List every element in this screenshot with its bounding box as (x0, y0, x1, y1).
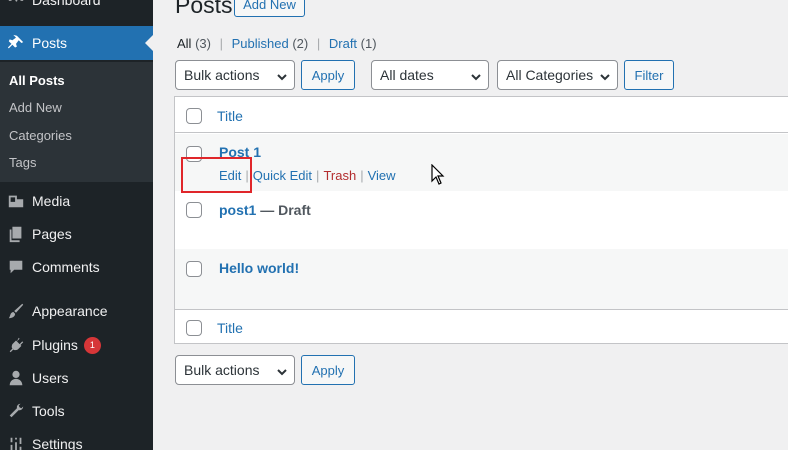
sidebar-item-posts[interactable]: Posts (0, 26, 153, 60)
chevron-down-icon (276, 365, 287, 376)
quick-edit-link[interactable]: Quick Edit (253, 168, 312, 183)
post-title-link[interactable]: Hello world! (219, 260, 299, 276)
sidebar-item-users[interactable]: Users (0, 361, 153, 395)
sidebar-item-tools[interactable]: Tools (0, 394, 153, 428)
row-checkbox[interactable] (186, 261, 202, 277)
sidebar-item-label: Settings (32, 436, 83, 450)
separator: | (316, 36, 321, 51)
pin-icon (0, 34, 32, 52)
filter-published[interactable]: Published (2) (232, 36, 309, 51)
post-title-link[interactable]: post1 — Draft (219, 202, 311, 218)
row-checkbox[interactable] (186, 202, 202, 218)
table-footer: Title (175, 309, 788, 345)
table-header: Title (175, 97, 788, 133)
bulk-actions-select[interactable]: Bulk actions (175, 60, 295, 90)
sidebar-item-pages[interactable]: Pages (0, 217, 153, 251)
sidebar-item-label: Media (32, 193, 71, 209)
trash-link[interactable]: Trash (323, 168, 356, 183)
title-column-footer[interactable]: Title (217, 320, 243, 336)
sidebar-item-label: Pages (32, 226, 72, 242)
dates-filter-select[interactable]: All dates (371, 60, 489, 90)
sidebar-item-label: Users (32, 370, 69, 386)
sidebar-item-label: Appearance (32, 303, 108, 319)
select-all-checkbox[interactable] (186, 108, 202, 124)
submenu-add-new[interactable]: Add New (9, 100, 62, 115)
filter-button[interactable]: Filter (624, 60, 674, 90)
select-value: All dates (380, 67, 434, 83)
submenu-tags[interactable]: Tags (9, 155, 36, 170)
sidebar-item-comments[interactable]: Comments (0, 250, 153, 284)
dashboard-icon (0, 0, 32, 9)
sidebar-item-label: Comments (32, 259, 100, 275)
bulk-actions-select-bottom[interactable]: Bulk actions (175, 355, 295, 385)
pages-icon (0, 225, 32, 243)
sidebar-item-label: Plugins (32, 337, 78, 353)
table-row: post1 — Draft (175, 191, 788, 249)
user-icon (0, 369, 32, 387)
submenu-all-posts[interactable]: All Posts (9, 73, 65, 88)
apply-button-bottom[interactable]: Apply (301, 355, 355, 385)
filter-all[interactable]: All (3) (177, 36, 211, 51)
sidebar-item-label: Posts (32, 35, 68, 51)
wrench-icon (0, 402, 32, 420)
post-state: — Draft (260, 202, 311, 218)
media-icon (0, 192, 32, 210)
separator: | (219, 36, 223, 51)
view-link[interactable]: View (368, 168, 396, 183)
separator: | (316, 168, 320, 183)
separator: | (360, 168, 364, 183)
post-status-filters: All (3) | Published (2) | Draft (1) (177, 36, 377, 51)
sidebar-item-label: Tools (32, 403, 65, 419)
table-row: Hello world! (175, 249, 788, 309)
sidebar-item-plugins[interactable]: Plugins 1 (0, 328, 153, 362)
admin-sidebar: Dashboard Posts All Posts Add New Catego… (0, 0, 153, 450)
sidebar-item-settings[interactable]: Settings (0, 427, 153, 450)
sidebar-item-media[interactable]: Media (0, 184, 153, 218)
posts-submenu: All Posts Add New Categories Tags (0, 62, 153, 182)
select-value: Bulk actions (184, 362, 260, 378)
chevron-down-icon (599, 70, 610, 81)
update-count-badge: 1 (83, 336, 101, 354)
main-content: Posts Add New All (3) | Published (2) | … (153, 0, 788, 450)
highlight-box (181, 157, 252, 193)
comment-icon (0, 258, 32, 276)
page-title: Posts (175, 0, 233, 18)
mouse-cursor-icon (431, 163, 445, 186)
posts-table: Title Post 1 Edit | Quick Edit | Trash | View … (174, 96, 788, 344)
table-row: Post 1 Edit | Quick Edit | Trash | View (175, 134, 788, 191)
categories-filter-select[interactable]: All Categories (497, 60, 618, 90)
title-column-header[interactable]: Title (217, 108, 243, 124)
add-new-button[interactable]: Add New (234, 0, 305, 17)
sidebar-item-dashboard[interactable]: Dashboard (0, 0, 153, 17)
select-all-checkbox[interactable] (186, 320, 202, 336)
select-value: Bulk actions (184, 67, 260, 83)
apply-button[interactable]: Apply (301, 60, 355, 90)
filter-draft[interactable]: Draft (1) (329, 36, 377, 51)
chevron-down-icon (276, 70, 287, 81)
chevron-down-icon (470, 70, 481, 81)
settings-icon (0, 435, 32, 450)
select-value: All Categories (506, 67, 594, 83)
paintbrush-icon (0, 302, 32, 320)
sidebar-item-appearance[interactable]: Appearance (0, 294, 153, 328)
sidebar-item-label: Dashboard (32, 0, 101, 8)
plugin-icon (0, 336, 32, 354)
submenu-categories[interactable]: Categories (9, 128, 72, 143)
